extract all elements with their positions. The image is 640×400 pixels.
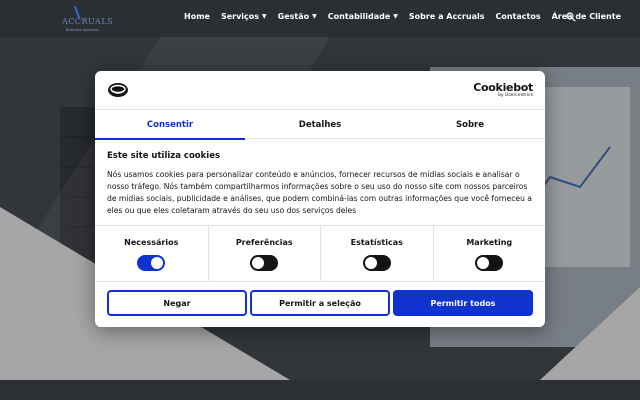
toggle-preferencias-label: Preferências: [235, 238, 293, 247]
toggle-marketing[interactable]: [475, 255, 504, 271]
toggle-necessarios-label: Necessários: [124, 238, 179, 247]
logo-tagline: Business Solutions: [66, 28, 99, 32]
nav-contabilidade-label: Contabilidade: [327, 12, 391, 21]
toggle-knob: [477, 257, 490, 269]
nav-contactos[interactable]: Contactos: [495, 12, 540, 21]
site-logo[interactable]: ACCRUALS Business Solutions: [62, 6, 114, 34]
nav-gestao-label: Gestão: [277, 12, 310, 21]
nav-contabilidade[interactable]: Contabilidade ▼: [328, 12, 398, 21]
footer-band: [0, 380, 640, 400]
nav-servicos-label: Serviços: [220, 12, 260, 21]
nav-home-label: Home: [184, 12, 210, 21]
tab-consentir[interactable]: Consentir: [95, 111, 245, 140]
consent-text: Nós usamos cookies para personalizar con…: [107, 170, 532, 215]
toggle-knob: [252, 257, 265, 269]
consent-heading: Este site utiliza cookies: [107, 151, 221, 161]
brand-name: Cookiebot: [473, 81, 533, 94]
chevron-down-icon: ▼: [262, 13, 267, 20]
consent-buttons: Negar Permitir a seleção Permitir todos: [107, 290, 533, 316]
toggle-estatisticas-label: Estatísticas: [350, 238, 403, 247]
allow-selection-button[interactable]: Permitir a seleção: [250, 290, 390, 316]
nav-sobre[interactable]: Sobre a Accruals: [409, 12, 485, 21]
nav-area-cliente-label: Área de Cliente: [551, 12, 621, 21]
nav-gestao[interactable]: Gestão ▼: [278, 12, 317, 21]
toggle-marketing-group: Marketing: [432, 226, 546, 282]
deny-button[interactable]: Negar: [107, 290, 247, 316]
tab-sobre[interactable]: Sobre: [395, 111, 545, 139]
nav-contactos-label: Contactos: [495, 12, 541, 21]
toggle-necessarios-group: Necessários: [95, 226, 208, 282]
nav-servicos[interactable]: Serviços ▼: [221, 12, 267, 21]
cookie-consent-dialog: Cookiebot by Usercentrics Consentir Deta…: [95, 71, 545, 327]
chevron-down-icon: ▼: [312, 13, 317, 20]
toggle-estatisticas[interactable]: [362, 255, 391, 271]
toggle-estatisticas-group: Estatísticas: [320, 226, 433, 282]
site-header: ACCRUALS Business Solutions Home Serviço…: [0, 0, 640, 37]
toggle-necessarios[interactable]: [137, 255, 166, 271]
dialog-header: Cookiebot by Usercentrics: [95, 71, 545, 110]
search-icon[interactable]: [566, 12, 576, 22]
toggle-knob: [151, 257, 164, 269]
logo-name: ACCRUALS: [62, 17, 114, 26]
cookiebot-logo[interactable]: Cookiebot by Usercentrics: [473, 82, 533, 99]
consent-body: Este site utiliza cookies Nós usamos coo…: [107, 151, 535, 217]
nav-home[interactable]: Home: [184, 12, 210, 21]
tab-detalhes[interactable]: Detalhes: [245, 111, 395, 139]
main-nav: Home Serviços ▼ Gestão ▼ Contabilidade ▼ So…: [184, 12, 632, 21]
chevron-down-icon: ▼: [393, 13, 398, 20]
toggle-marketing-label: Marketing: [466, 238, 513, 247]
toggle-preferencias[interactable]: [250, 255, 279, 271]
allow-all-button[interactable]: Permitir todos: [393, 290, 533, 316]
nav-area-cliente[interactable]: Área de Cliente: [552, 12, 621, 21]
cookie-icon: [108, 83, 128, 97]
consent-tabs: Consentir Detalhes Sobre: [95, 111, 545, 140]
nav-sobre-label: Sobre a Accruals: [408, 12, 485, 21]
consent-toggles: Necessários Preferências Estatísticas Ma…: [95, 225, 545, 282]
toggle-preferencias-group: Preferências: [207, 226, 321, 282]
toggle-knob: [364, 257, 377, 269]
